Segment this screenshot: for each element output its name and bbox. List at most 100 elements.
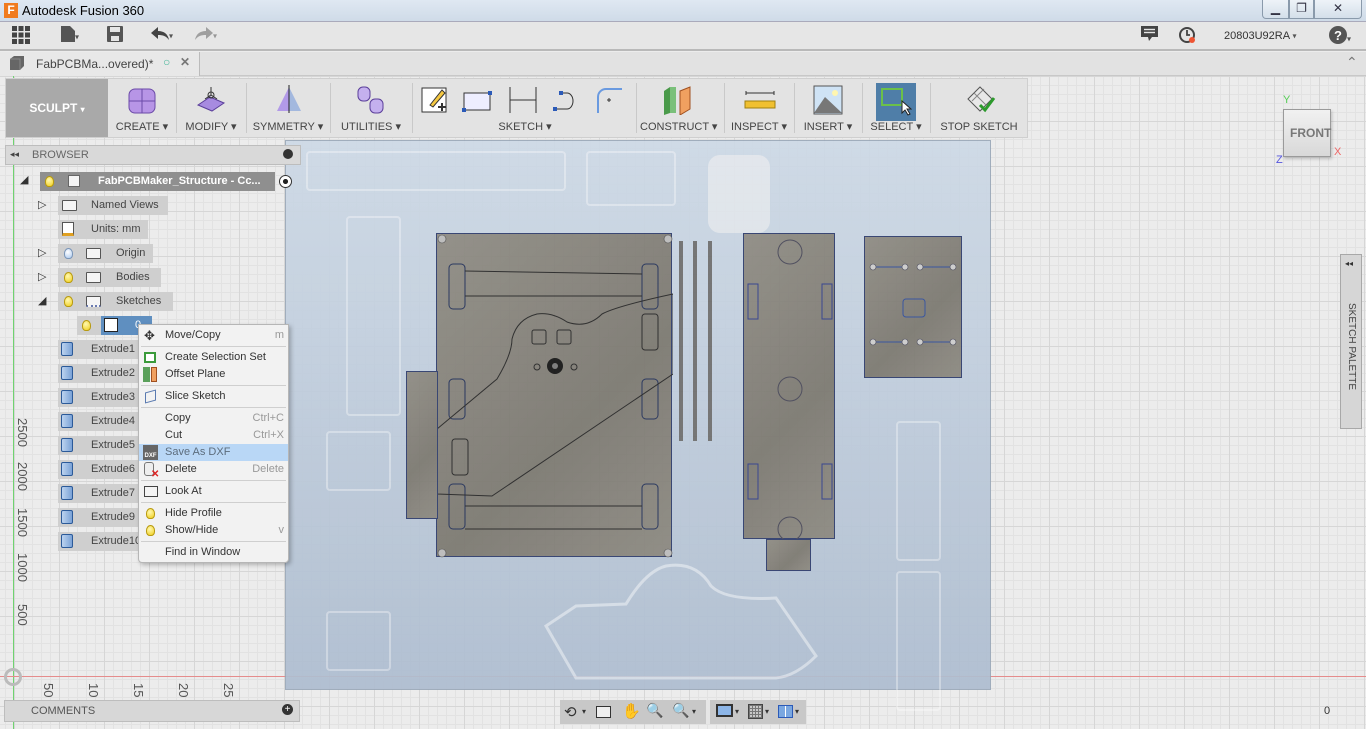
browser-item-named-views[interactable]: Named Views bbox=[58, 196, 168, 215]
timeline-extrude-item[interactable]: Extrude5 bbox=[58, 436, 140, 455]
line-arc-icon[interactable] bbox=[551, 85, 581, 115]
menu-item-look-at[interactable]: Look At bbox=[139, 483, 288, 500]
notifications-icon[interactable] bbox=[1139, 26, 1159, 46]
menu-item-slice-sketch[interactable]: Slice Sketch bbox=[139, 388, 288, 405]
undo-button[interactable]: ▾ bbox=[146, 26, 178, 46]
select-window-icon bbox=[881, 88, 912, 116]
create-sketch-icon[interactable] bbox=[420, 85, 450, 115]
browser-item-units[interactable]: Units: mm bbox=[58, 220, 148, 239]
visibility-bulb-icon[interactable] bbox=[82, 320, 91, 331]
pan-hand-icon[interactable]: ✋ bbox=[622, 702, 641, 720]
sketch-sheet[interactable] bbox=[285, 140, 991, 711]
help-icon: ? bbox=[1328, 26, 1347, 44]
add-comment-icon[interactable]: + bbox=[282, 704, 293, 715]
caret-icon[interactable]: ▾ bbox=[735, 707, 739, 716]
file-menu-button[interactable]: ▾ bbox=[55, 26, 85, 46]
menu-item-hide-profile[interactable]: Hide Profile bbox=[139, 505, 288, 522]
orbit-icon[interactable]: ⟲ bbox=[564, 703, 577, 721]
insert-menu[interactable]: INSERT ▾ bbox=[798, 79, 858, 137]
menu-item-create-selection-set[interactable]: Create Selection Set bbox=[139, 349, 288, 366]
select-menu[interactable]: SELECT ▾ bbox=[866, 79, 926, 137]
menu-item-copy[interactable]: Copy Ctrl+C bbox=[139, 410, 288, 427]
caret-icon[interactable]: ▾ bbox=[582, 707, 586, 716]
create-menu[interactable]: CREATE ▾ bbox=[112, 79, 172, 137]
menu-item-delete[interactable]: ✕ Delete Delete bbox=[139, 461, 288, 480]
rectangle-icon[interactable] bbox=[462, 91, 492, 113]
palette-expand-icon[interactable]: ◂◂ bbox=[1345, 259, 1353, 268]
timeline-extrude-item[interactable]: Extrude2 bbox=[58, 364, 140, 383]
sketch-menu[interactable]: SKETCH ▾ bbox=[416, 79, 634, 137]
document-tab[interactable]: FabPCBMa...overed)* ○ ✕ bbox=[0, 52, 200, 76]
timeline-extrude-item[interactable]: Extrude1 bbox=[58, 340, 140, 359]
timeline-extrude-item[interactable]: Extrude7 bbox=[58, 484, 140, 503]
close-button[interactable]: ✕ bbox=[1314, 0, 1362, 19]
timeline-extrude-item[interactable]: Extrude10 bbox=[58, 532, 141, 551]
stop-sketch-button[interactable]: STOP SKETCH bbox=[934, 79, 1024, 137]
visibility-bulb-icon[interactable] bbox=[64, 248, 73, 259]
plate-tab bbox=[406, 371, 438, 519]
comments-panel[interactable]: COMMENTS + bbox=[4, 700, 300, 722]
collapse-triangle-icon[interactable]: ◢ bbox=[20, 173, 28, 186]
menu-item-show-hide[interactable]: Show/Hide v bbox=[139, 522, 288, 539]
timeline-extrude-item[interactable]: Extrude4 bbox=[58, 412, 140, 431]
menu-separator bbox=[141, 502, 286, 503]
undo-icon bbox=[150, 27, 169, 40]
dimension-icon[interactable] bbox=[508, 85, 538, 115]
menu-item-find-in-window[interactable]: Find in Window bbox=[139, 544, 288, 561]
browser-item-bodies[interactable]: Bodies bbox=[58, 268, 161, 287]
browser-pin-icon[interactable] bbox=[283, 149, 293, 159]
save-icon[interactable] bbox=[105, 26, 125, 46]
user-account-menu[interactable]: 20803U92RA ▾ bbox=[1224, 30, 1297, 42]
redo-button[interactable]: ▾ bbox=[190, 26, 222, 46]
collapse-triangle-icon[interactable]: ◢ bbox=[38, 294, 46, 307]
apps-grid-icon[interactable] bbox=[10, 26, 32, 46]
symmetry-menu[interactable]: SYMMETRY ▾ bbox=[250, 79, 326, 137]
timeline-extrude-item[interactable]: Extrude3 bbox=[58, 388, 140, 407]
activate-radio-icon[interactable] bbox=[279, 175, 292, 188]
visibility-bulb-icon[interactable] bbox=[64, 272, 73, 283]
caret-icon[interactable]: ▾ bbox=[795, 707, 799, 716]
visibility-bulb-icon[interactable] bbox=[64, 296, 73, 307]
small-plate[interactable] bbox=[864, 236, 962, 378]
rail bbox=[708, 241, 712, 441]
side-plate[interactable] bbox=[743, 233, 835, 542]
display-settings-icon[interactable] bbox=[716, 704, 733, 717]
visibility-bulb-icon[interactable] bbox=[45, 176, 54, 187]
viewcube[interactable]: FRONT bbox=[1283, 109, 1331, 157]
browser-item-origin[interactable]: Origin bbox=[58, 244, 153, 263]
restore-button[interactable]: ❐ bbox=[1289, 0, 1314, 19]
main-plate[interactable] bbox=[436, 233, 674, 558]
browser-collapse-icon[interactable]: ◂◂ bbox=[10, 149, 19, 160]
minimize-button[interactable]: ▁ bbox=[1262, 0, 1289, 19]
modify-menu[interactable]: MODIFY ▾ bbox=[180, 79, 242, 137]
timeline-extrude-item[interactable]: Extrude6 bbox=[58, 460, 140, 479]
fillet-icon[interactable] bbox=[594, 85, 624, 115]
utilities-menu[interactable]: UTILITIES ▾ bbox=[334, 79, 408, 137]
menu-item-save-as-dxf[interactable]: DXF Save As DXF bbox=[139, 444, 288, 461]
expand-triangle-icon[interactable]: ▷ bbox=[38, 198, 46, 211]
job-status-icon[interactable] bbox=[1178, 26, 1198, 46]
insert-image-icon bbox=[813, 85, 843, 115]
workspace-switcher[interactable]: SCULPT ▾ bbox=[6, 79, 108, 137]
collapse-tabs-icon[interactable]: ⌃ bbox=[1346, 54, 1358, 71]
sketch-palette-collapsed[interactable]: ◂◂ SKETCH PALETTE bbox=[1340, 254, 1362, 429]
viewports-icon[interactable] bbox=[778, 705, 793, 718]
menu-item-offset-plane[interactable]: Offset Plane bbox=[139, 366, 288, 383]
expand-triangle-icon[interactable]: ▷ bbox=[38, 246, 46, 259]
close-tab-icon[interactable]: ✕ bbox=[180, 55, 190, 69]
menu-item-move-copy[interactable]: ✥ Move/Copy m bbox=[139, 327, 288, 344]
caret-icon[interactable]: ▾ bbox=[765, 707, 769, 716]
browser-item-sketches[interactable]: Sketches bbox=[58, 292, 173, 311]
grid-settings-icon[interactable] bbox=[748, 704, 763, 719]
timeline-extrude-item[interactable]: Extrude9 bbox=[58, 508, 140, 527]
help-button[interactable]: ? ▾ bbox=[1324, 26, 1356, 46]
inspect-menu[interactable]: INSPECT ▾ bbox=[728, 79, 790, 137]
zoom-icon[interactable]: 🔍 bbox=[646, 702, 663, 719]
construct-menu[interactable]: CONSTRUCT ▾ bbox=[640, 79, 717, 137]
caret-icon[interactable]: ▾ bbox=[692, 707, 696, 716]
menu-item-cut[interactable]: Cut Ctrl+X bbox=[139, 427, 288, 444]
browser-root-item[interactable]: FabPCBMaker_Structure - Cc... bbox=[40, 172, 275, 191]
fit-window-icon[interactable]: 🔍 bbox=[672, 702, 689, 719]
look-at-icon[interactable] bbox=[596, 706, 611, 718]
expand-triangle-icon[interactable]: ▷ bbox=[38, 270, 46, 283]
